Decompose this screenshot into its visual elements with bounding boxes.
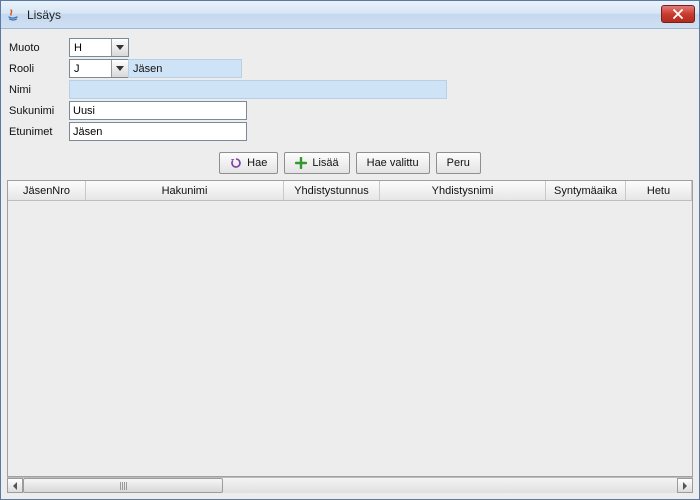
col-jasennro[interactable]: JäsenNro	[8, 181, 86, 200]
hae-button[interactable]: Hae	[219, 152, 278, 174]
scroll-right-button[interactable]	[677, 478, 693, 493]
hae-valittu-button[interactable]: Hae valittu	[356, 152, 430, 174]
chevron-down-icon	[111, 60, 128, 77]
label-nimi: Nimi	[9, 84, 69, 96]
chevron-left-icon	[12, 482, 18, 490]
scroll-track[interactable]	[23, 478, 677, 493]
table-body	[8, 201, 692, 476]
lisaa-button[interactable]: Lisää	[284, 152, 349, 174]
titlebar: Lisäys	[1, 1, 699, 29]
nimi-display	[69, 80, 447, 99]
scroll-thumb[interactable]	[23, 478, 223, 493]
plus-icon	[295, 157, 307, 169]
row-rooli: Rooli J Jäsen	[9, 58, 691, 79]
scroll-left-button[interactable]	[7, 478, 23, 493]
close-icon	[672, 9, 684, 19]
col-yhdistystunnus[interactable]: Yhdistystunnus	[284, 181, 380, 200]
java-icon	[5, 7, 21, 23]
label-sukunimi: Sukunimi	[9, 105, 69, 117]
col-hetu[interactable]: Hetu	[626, 181, 692, 200]
hae-label: Hae	[247, 157, 267, 169]
scroll-grip-icon	[120, 482, 127, 490]
input-sukunimi[interactable]	[69, 101, 247, 120]
chevron-down-icon	[111, 39, 128, 56]
row-nimi: Nimi	[9, 79, 691, 100]
row-sukunimi: Sukunimi	[9, 100, 691, 121]
chevron-right-icon	[682, 482, 688, 490]
results-table: JäsenNro Hakunimi Yhdistystunnus Yhdisty…	[7, 180, 693, 477]
dialog-window: Lisäys Muoto H Rooli J	[0, 0, 700, 500]
button-row: Hae Lisää Hae valittu Peru	[7, 148, 693, 180]
select-muoto-value: H	[74, 42, 82, 54]
lisaa-label: Lisää	[312, 157, 338, 169]
table-header: JäsenNro Hakunimi Yhdistystunnus Yhdisty…	[8, 181, 692, 201]
col-syntymaaika[interactable]: Syntymäaika	[546, 181, 626, 200]
peru-label: Peru	[447, 157, 470, 169]
row-etunimet: Etunimet	[9, 121, 691, 142]
hae-valittu-label: Hae valittu	[367, 157, 419, 169]
label-etunimet: Etunimet	[9, 126, 69, 138]
col-hakunimi[interactable]: Hakunimi	[86, 181, 284, 200]
window-title: Lisäys	[27, 8, 61, 22]
select-muoto[interactable]: H	[69, 38, 129, 57]
horizontal-scrollbar[interactable]	[7, 477, 693, 493]
select-rooli-value: J	[74, 63, 80, 75]
peru-button[interactable]: Peru	[436, 152, 481, 174]
label-rooli: Rooli	[9, 63, 69, 75]
rooli-display: Jäsen	[128, 59, 242, 78]
refresh-icon	[230, 157, 242, 169]
form-area: Muoto H Rooli J Jäsen	[7, 35, 693, 148]
row-muoto: Muoto H	[9, 37, 691, 58]
input-etunimet[interactable]	[69, 122, 247, 141]
select-rooli[interactable]: J	[69, 59, 129, 78]
close-button[interactable]	[661, 5, 695, 23]
content-area: Muoto H Rooli J Jäsen	[1, 29, 699, 499]
label-muoto: Muoto	[9, 42, 69, 54]
col-yhdistysnimi[interactable]: Yhdistysnimi	[380, 181, 546, 200]
